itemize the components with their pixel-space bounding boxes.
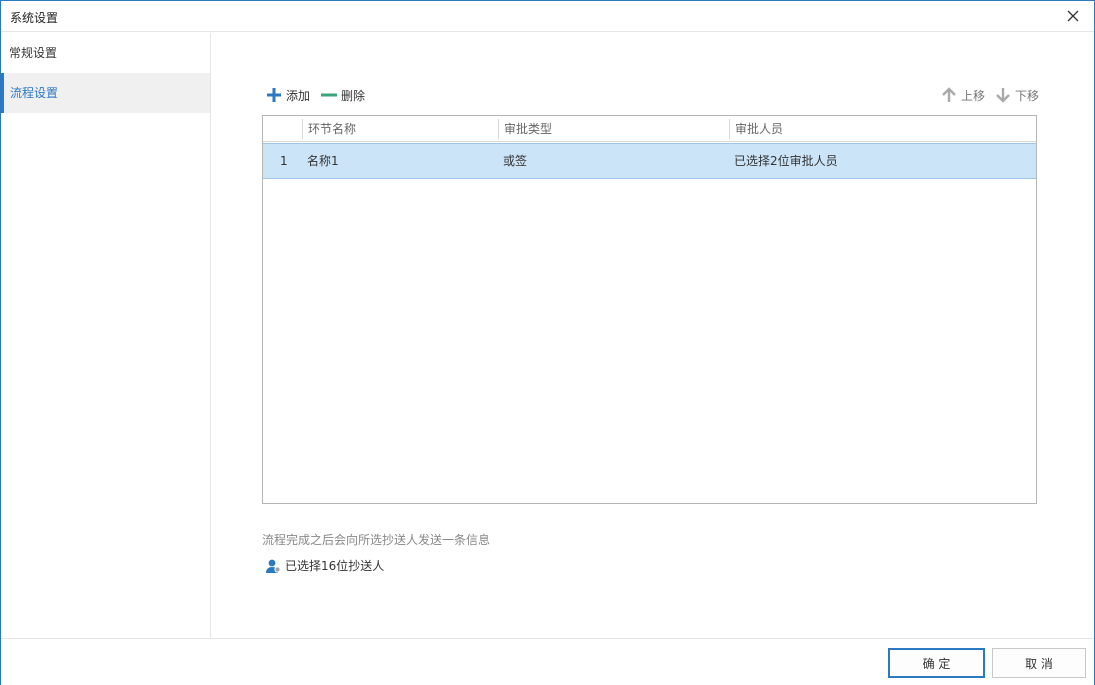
move-up-button[interactable]: 上移 [940, 86, 985, 104]
arrow-up-icon [940, 86, 958, 104]
sidebar-item-label: 流程设置 [10, 86, 59, 100]
close-icon [1067, 10, 1079, 22]
arrow-down-icon [994, 86, 1012, 104]
window-title: 系统设置 [10, 11, 59, 25]
add-button[interactable]: 添加 [265, 86, 310, 104]
user-icon [266, 559, 281, 573]
settings-dialog: 系统设置 常规设置 流程设置 添加 删除 上移 下移 环节名称 审批类型 审批人… [0, 0, 1095, 685]
table-header: 环节名称 审批类型 审批人员 [263, 116, 1036, 142]
ok-button[interactable]: 确 定 [888, 648, 985, 678]
delete-button[interactable]: 删除 [320, 86, 365, 104]
add-label: 添加 [286, 88, 311, 103]
column-header-name[interactable]: 环节名称 [303, 116, 356, 142]
title-bar: 系统设置 [1, 1, 1094, 32]
workflow-table: 环节名称 审批类型 审批人员 1 名称1 或签 已选择2位审批人员 [262, 115, 1037, 504]
column-header-type[interactable]: 审批类型 [499, 116, 552, 142]
minus-icon [320, 86, 338, 104]
sidebar: 常规设置 流程设置 [1, 33, 211, 638]
dialog-footer: 确 定 取 消 [1, 638, 1094, 685]
cancel-button[interactable]: 取 消 [992, 648, 1086, 678]
workflow-panel: 添加 删除 上移 下移 环节名称 审批类型 审批人员 1 名称1 或签 已选择2… [212, 33, 1094, 638]
cc-selector[interactable]: 已选择16位抄送人 [265, 557, 384, 574]
row-type: 或签 [503, 154, 528, 168]
row-name: 名称1 [307, 154, 339, 168]
close-button[interactable] [1060, 4, 1086, 28]
move-down-button[interactable]: 下移 [994, 86, 1039, 104]
notice-text: 流程完成之后会向所选抄送人发送一条信息 [262, 533, 491, 547]
sidebar-item-workflow[interactable]: 流程设置 [1, 73, 210, 113]
delete-label: 删除 [341, 88, 366, 103]
table-row[interactable]: 1 名称1 或签 已选择2位审批人员 [263, 143, 1036, 179]
move-down-label: 下移 [1015, 88, 1040, 103]
plus-icon [265, 86, 283, 104]
cc-label: 已选择16位抄送人 [285, 559, 385, 573]
row-index: 1 [280, 154, 288, 168]
sidebar-item-label: 常规设置 [9, 46, 58, 60]
sidebar-item-general[interactable]: 常规设置 [1, 33, 210, 73]
row-approvers: 已选择2位审批人员 [734, 154, 838, 168]
column-header-approvers[interactable]: 审批人员 [730, 116, 783, 142]
move-up-label: 上移 [961, 88, 986, 103]
